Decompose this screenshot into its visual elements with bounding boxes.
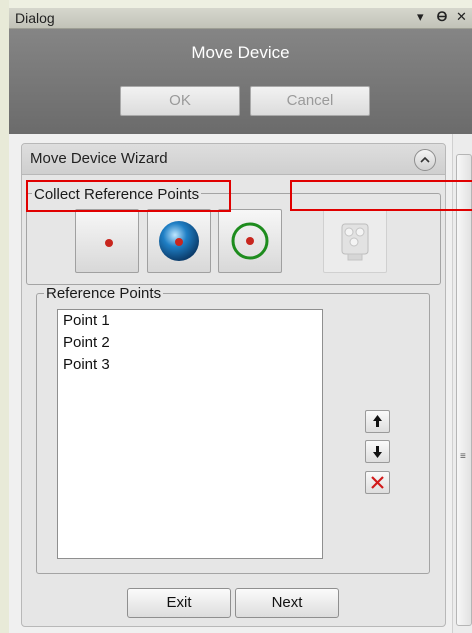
panel-header: Move Device Wizard bbox=[22, 144, 445, 175]
list-item[interactable]: Point 1 bbox=[58, 310, 322, 332]
delete-point-button[interactable] bbox=[365, 471, 390, 494]
list-item[interactable]: Point 3 bbox=[58, 354, 322, 376]
dialog-title-bar: Dialog ▾ Ꮎ ✕ bbox=[9, 8, 472, 29]
wizard-header: Move Device OK Cancel bbox=[9, 29, 472, 134]
panel-title: Move Device Wizard bbox=[30, 150, 168, 167]
next-button[interactable]: Next bbox=[235, 588, 339, 618]
highlight-box-collect bbox=[26, 180, 231, 212]
green-circle-icon bbox=[231, 222, 269, 260]
collapse-button[interactable] bbox=[414, 149, 436, 171]
red-dot-icon bbox=[105, 239, 113, 247]
device-icon bbox=[341, 223, 369, 261]
highlight-box-target bbox=[290, 180, 472, 211]
list-item[interactable]: Point 2 bbox=[58, 332, 322, 354]
move-up-button[interactable] bbox=[365, 410, 390, 433]
circle-tool-button[interactable] bbox=[218, 209, 282, 273]
left-strip bbox=[0, 0, 9, 633]
scroll-grip-icon: ≡ bbox=[460, 451, 466, 462]
close-icon[interactable]: ✕ bbox=[456, 9, 467, 25]
scrollbar-thumb[interactable]: ≡ bbox=[456, 154, 472, 626]
reference-group-title: Reference Points bbox=[44, 285, 164, 302]
delete-x-icon bbox=[371, 476, 384, 489]
dropdown-arrow-icon[interactable]: ▾ bbox=[417, 9, 424, 25]
dialog-title: Dialog bbox=[15, 10, 55, 26]
header-title: Move Device bbox=[191, 43, 290, 62]
cancel-button[interactable]: Cancel bbox=[250, 86, 370, 116]
reference-points-list[interactable]: Point 1 Point 2 Point 3 bbox=[57, 309, 323, 559]
pin-icon[interactable]: Ꮎ bbox=[437, 9, 447, 25]
blue-sphere-icon bbox=[159, 221, 199, 261]
exit-button[interactable]: Exit bbox=[127, 588, 231, 618]
point-tool-button[interactable] bbox=[75, 209, 139, 273]
sphere-tool-button[interactable] bbox=[147, 209, 211, 273]
device-tool-button[interactable] bbox=[323, 209, 387, 273]
chevron-up-icon bbox=[420, 156, 430, 163]
move-down-button[interactable] bbox=[365, 440, 390, 463]
arrow-up-icon bbox=[373, 415, 382, 427]
ok-button[interactable]: OK bbox=[120, 86, 240, 116]
arrow-down-icon bbox=[373, 446, 382, 458]
